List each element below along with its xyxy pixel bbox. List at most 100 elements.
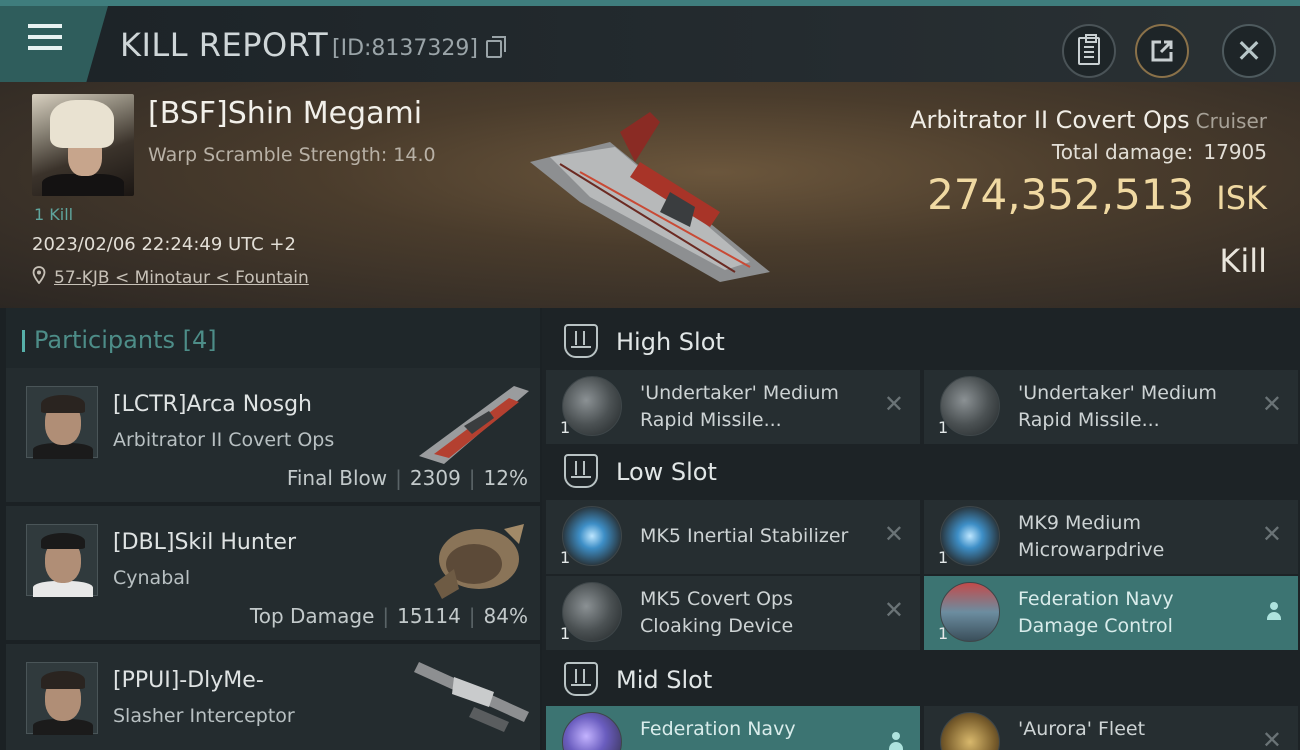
destroyed-x-icon: ✕ — [1261, 390, 1282, 418]
participant-stats: Top Damage | 15114 | 84% — [250, 604, 528, 628]
participant-name: [LCTR]Arca Nosgh — [113, 392, 312, 417]
victim-ship-class: Cruiser — [1195, 109, 1267, 133]
participant-damage-pct: 12% — [483, 466, 528, 490]
participant-damage: 15114 — [397, 604, 461, 628]
victim-panel: [BSF]Shin Megami Warp Scramble Strength:… — [0, 82, 1300, 308]
participant-row[interactable]: [LCTR]Arca Nosgh Arbitrator II Covert Op… — [6, 368, 540, 502]
close-icon: ✕ — [1235, 32, 1263, 70]
total-damage-value: 17905 — [1203, 140, 1267, 164]
participant-damage-pct: 84% — [483, 604, 528, 628]
dropped-person-icon — [888, 732, 904, 750]
clipboard-icon — [1078, 34, 1100, 65]
participant-ship: Arbitrator II Covert Ops — [113, 429, 335, 451]
warp-scramble-strength: Warp Scramble Strength: 14.0 — [148, 144, 436, 166]
destroyed-x-icon: ✕ — [883, 596, 904, 624]
participant-ship-image — [419, 386, 529, 464]
module-name: MK9 Medium Microwarpdrive — [1018, 512, 1165, 561]
participant-row[interactable]: [PPUI]-DlyMe- Slasher Interceptor — [6, 644, 540, 750]
victim-ship-image — [530, 112, 770, 282]
module-name: 'Undertaker' Medium Rapid Missile... — [640, 382, 839, 431]
destroyed-x-icon: ✕ — [883, 390, 904, 418]
module-name: Federation Navy — [640, 718, 796, 740]
victim-ship-name: Arbitrator II Covert Ops — [910, 106, 1190, 134]
close-button[interactable]: ✕ — [1222, 24, 1276, 78]
victim-portrait[interactable] — [32, 94, 134, 196]
microwarpdrive-icon — [940, 506, 1000, 566]
share-icon — [1151, 40, 1173, 62]
destroyed-x-icon: ✕ — [1261, 520, 1282, 548]
participant-ship: Slasher Interceptor — [113, 705, 295, 727]
module-quantity: 1 — [560, 548, 571, 567]
stats-divider: | — [468, 466, 476, 490]
low-slot-label: Low Slot — [616, 458, 717, 486]
missile-launcher-icon — [940, 376, 1000, 436]
destroyed-x-icon: ✕ — [1261, 726, 1282, 750]
victim-ship[interactable]: Arbitrator II Covert Ops Cruiser — [910, 106, 1267, 134]
high-slot-label: High Slot — [616, 328, 725, 356]
participant-name: [DBL]Skil Hunter — [113, 530, 297, 555]
low-slot-header: Low Slot — [546, 440, 1298, 502]
mid-slot-icon — [564, 662, 598, 696]
participants-panel: Participants [4] [LCTR]Arca Nosgh Arbitr… — [0, 308, 542, 750]
module-slot[interactable]: Federation Navy — [546, 706, 920, 750]
clipboard-button[interactable] — [1062, 24, 1116, 78]
copy-icon[interactable] — [486, 36, 506, 58]
module-name: 'Aurora' Fleet — [1018, 718, 1146, 740]
module-quantity: 1 — [938, 548, 949, 567]
high-slot-icon — [564, 324, 598, 358]
stats-divider: | — [382, 604, 390, 628]
module-quantity: 1 — [938, 418, 949, 437]
module-icon — [940, 712, 1000, 750]
module-slot[interactable]: 'Aurora' Fleet ✕ — [924, 706, 1298, 750]
inertial-stabilizer-icon — [562, 506, 622, 566]
destroyed-x-icon: ✕ — [883, 520, 904, 548]
isk-unit: ISK — [1216, 179, 1267, 217]
share-button[interactable] — [1135, 24, 1189, 78]
avatar[interactable] — [26, 386, 98, 459]
cloaking-device-icon — [562, 582, 622, 642]
menu-button[interactable] — [0, 6, 108, 82]
kill-count: 1 Kill — [34, 205, 74, 224]
module-slot[interactable]: 1 'Undertaker' Medium Rapid Missile... ✕ — [924, 370, 1298, 444]
module-slot[interactable]: 1 Federation Navy Damage Control — [924, 576, 1298, 650]
module-name: MK5 Inertial Stabilizer — [640, 525, 849, 547]
damage-control-icon — [940, 582, 1000, 642]
module-slot[interactable]: 1 MK9 Medium Microwarpdrive ✕ — [924, 500, 1298, 574]
module-slot[interactable]: 1 MK5 Covert Ops Cloaking Device ✕ — [546, 576, 920, 650]
mid-slot-label: Mid Slot — [616, 666, 713, 694]
fitting-panel: High Slot 1 'Undertaker' Medium Rapid Mi… — [542, 308, 1300, 750]
mid-slot-header: Mid Slot — [546, 648, 1298, 710]
kill-datetime: 2023/02/06 22:24:49 UTC +2 — [32, 234, 296, 255]
module-slot[interactable]: 1 'Undertaker' Medium Rapid Missile... ✕ — [546, 370, 920, 444]
module-quantity: 1 — [938, 624, 949, 643]
location-link[interactable]: 57-KJB < Minotaur < Fountain — [54, 268, 309, 288]
dropped-person-icon — [1266, 602, 1282, 622]
kill-result-label: Kill — [1219, 242, 1267, 280]
low-slot-icon — [564, 454, 598, 488]
victim-name[interactable]: [BSF]Shin Megami — [148, 96, 422, 131]
stats-divider: | — [468, 604, 476, 628]
participant-ship: Cynabal — [113, 567, 191, 589]
participant-ship-image — [414, 662, 529, 732]
top-bar: KILL REPORT [ID:8137329] ✕ — [0, 0, 1300, 82]
participant-damage: 2309 — [409, 466, 461, 490]
participant-ship-image — [434, 524, 524, 599]
participant-name: [PPUI]-DlyMe- — [113, 668, 264, 693]
participant-tag: Top Damage — [249, 604, 375, 628]
avatar[interactable] — [26, 662, 98, 735]
module-quantity: 1 — [560, 418, 571, 437]
module-name: Federation Navy Damage Control — [1018, 588, 1174, 637]
module-icon — [562, 712, 622, 750]
total-damage: Total damage: 17905 — [1052, 140, 1267, 164]
participants-title: Participants [4] — [22, 326, 217, 354]
participant-stats: Final Blow | 2309 | 12% — [287, 466, 528, 490]
module-name: 'Undertaker' Medium Rapid Missile... — [1018, 382, 1217, 431]
isk-value: 274,352,513 — [927, 170, 1195, 219]
participant-row[interactable]: [DBL]Skil Hunter Cynabal Top Damage | 1511… — [6, 506, 540, 640]
missile-launcher-icon — [562, 376, 622, 436]
location-pin-icon — [32, 266, 46, 284]
avatar[interactable] — [26, 524, 98, 597]
report-id: [ID:8137329] — [332, 36, 478, 61]
module-slot[interactable]: 1 MK5 Inertial Stabilizer ✕ — [546, 500, 920, 574]
high-slot-header: High Slot — [546, 310, 1298, 372]
